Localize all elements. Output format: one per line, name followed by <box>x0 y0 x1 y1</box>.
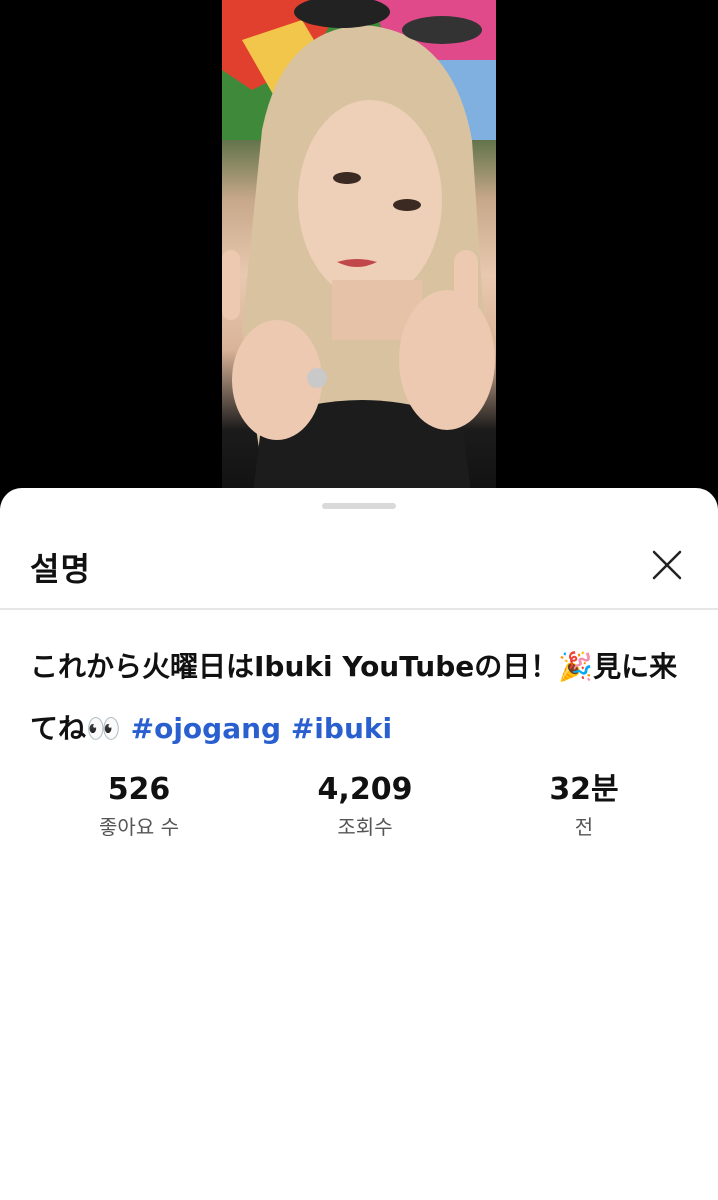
video-player[interactable] <box>222 0 496 500</box>
upload-time-value: 32분 <box>549 772 619 807</box>
stat-likes: 526 좋아요 수 <box>39 768 239 842</box>
upload-time-label: 전 <box>574 815 594 839</box>
party-popper-icon: 🎉 <box>558 650 594 683</box>
hashtag-link-ibuki[interactable]: #ibuki <box>291 712 392 745</box>
description-sheet: 설명 これから火曜日はIbuki YouTubeの日！🎉見に来てね👀 #ojog… <box>0 488 718 1200</box>
close-button[interactable] <box>648 546 686 584</box>
screen: 설명 これから火曜日はIbuki YouTubeの日！🎉見に来てね👀 #ojog… <box>0 0 718 1200</box>
views-count: 4,209 <box>317 772 413 807</box>
video-frame-image <box>222 0 496 500</box>
close-icon <box>652 550 682 580</box>
eyes-icon: 👀 <box>86 712 121 745</box>
hashtag-link-ojogang[interactable]: #ojogang <box>131 712 281 745</box>
sheet-grabber[interactable] <box>322 503 396 509</box>
video-description: これから火曜日はIbuki YouTubeの日！🎉見に来てね👀 #ojogang… <box>30 636 690 760</box>
views-label: 조회수 <box>337 815 393 839</box>
likes-label: 좋아요 수 <box>99 815 179 839</box>
stat-views: 4,209 조회수 <box>265 768 465 842</box>
likes-count: 526 <box>107 772 171 807</box>
sheet-title: 설명 <box>30 550 91 588</box>
video-stats: 526 좋아요 수 4,209 조회수 32분 전 <box>0 768 718 848</box>
stat-upload-time: 32분 전 <box>484 768 684 842</box>
sheet-header: 설명 <box>0 528 718 610</box>
description-text: これから火曜日はIbuki YouTubeの日！ <box>30 650 559 683</box>
